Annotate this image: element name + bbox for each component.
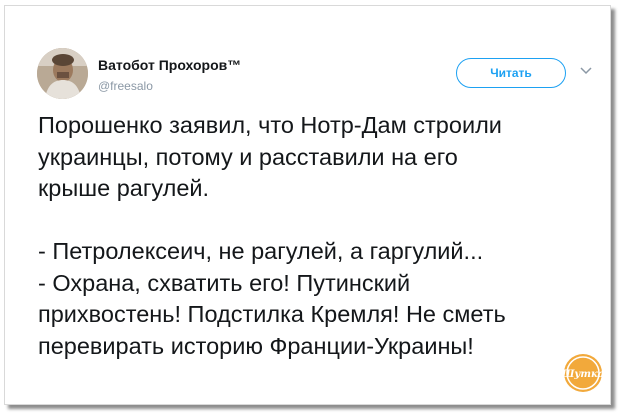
tweet-line: Порошенко заявил, что Нотр-Дам строили — [38, 112, 502, 138]
tweet-line: - Охрана, схватить его! Путинский — [38, 269, 411, 296]
tweet-line: перевирать историю Франции-Украины! — [38, 332, 474, 359]
tweet-line-blank — [38, 205, 588, 237]
tweet-text: Порошенко заявил, что Нотр-Дам строили у… — [38, 110, 588, 362]
tweet-line: украинцы, потому и расставили на его — [38, 143, 458, 170]
author-display-name[interactable]: Ватобот Прохоров™ — [98, 57, 241, 73]
avatar-photo — [37, 48, 88, 99]
site-logo-watermark: Шутка — [562, 354, 604, 392]
chevron-down-icon[interactable] — [580, 66, 592, 76]
follow-button[interactable]: Читать — [456, 58, 566, 88]
tweet-line: прихвостень! Подстилка Кремля! Не сметь — [38, 301, 506, 327]
author-avatar[interactable] — [37, 48, 88, 99]
author-handle[interactable]: @freesalo — [98, 79, 153, 93]
tweet-line: - Петролексеич, не рагулей, а гаргулий..… — [38, 238, 484, 264]
tweet-line: крыше рагулей. — [38, 175, 210, 201]
watermark-text: Шутка — [562, 369, 604, 380]
